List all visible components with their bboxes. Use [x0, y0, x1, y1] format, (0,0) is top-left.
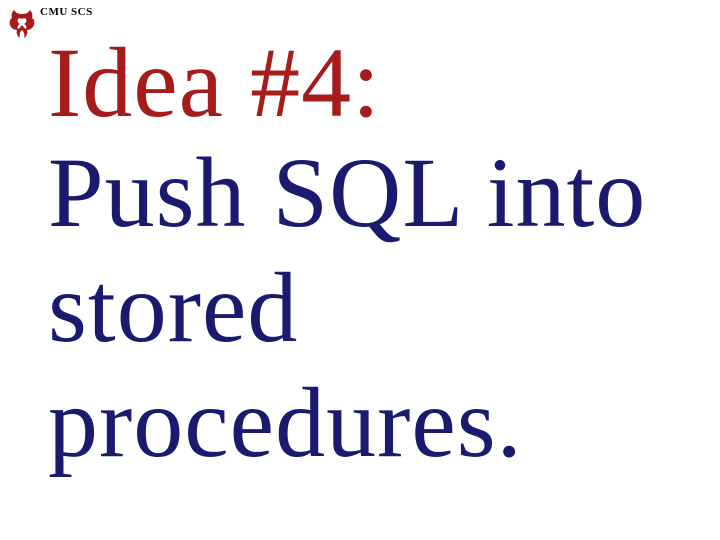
cmu-dragon-logo-icon: [8, 8, 36, 40]
slide-content: Idea #4: Push SQL into stored procedures…: [48, 30, 700, 480]
title-line-2: Push SQL into: [48, 135, 700, 250]
title-line-1: Idea #4:: [48, 30, 700, 135]
title-line-3: stored procedures.: [48, 250, 700, 480]
org-label: CMU SCS: [40, 6, 93, 18]
